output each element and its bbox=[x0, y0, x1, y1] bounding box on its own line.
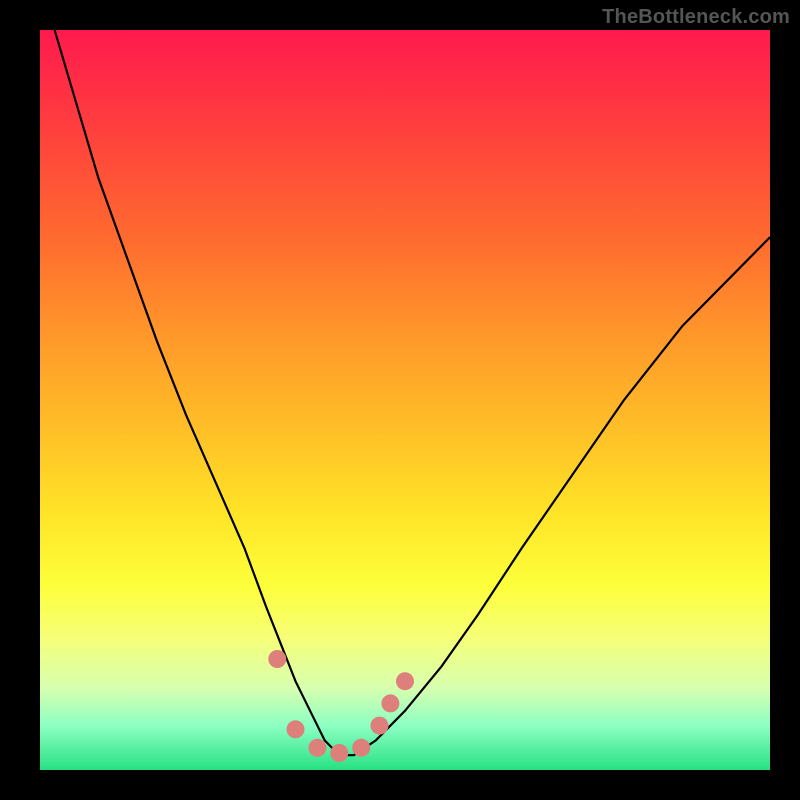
data-marker bbox=[352, 739, 370, 757]
data-marker bbox=[330, 744, 348, 762]
watermark-label: TheBottleneck.com bbox=[602, 6, 790, 29]
curve-path bbox=[55, 30, 770, 755]
data-marker bbox=[381, 694, 399, 712]
bottleneck-curve bbox=[40, 30, 770, 770]
data-marker bbox=[308, 739, 326, 757]
plot-area bbox=[40, 30, 770, 770]
chart-frame: TheBottleneck.com bbox=[0, 0, 800, 800]
data-marker bbox=[268, 650, 286, 668]
data-marker bbox=[371, 717, 389, 735]
data-marker bbox=[287, 720, 305, 738]
data-marker bbox=[396, 672, 414, 690]
